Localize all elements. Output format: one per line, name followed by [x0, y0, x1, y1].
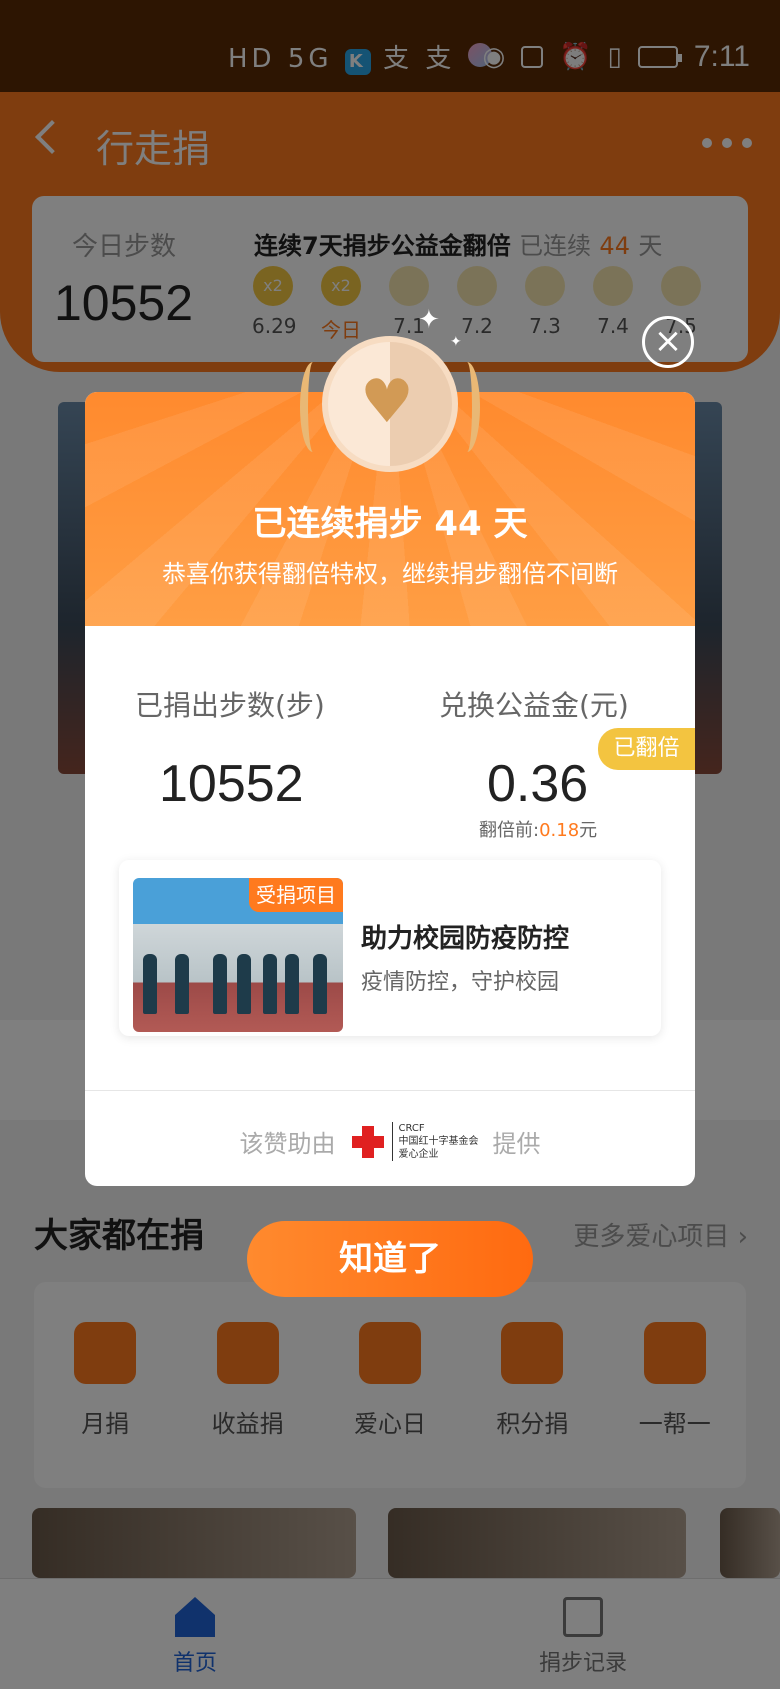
donated-steps-value: 10552 — [159, 755, 304, 813]
medal-icon: ♥ — [300, 332, 480, 482]
ok-button[interactable]: 知道了 — [247, 1221, 533, 1297]
project-image: 受捐项目 — [133, 878, 343, 1032]
doubled-badge: 已翻倍 — [598, 728, 695, 770]
child-figure — [237, 954, 251, 1014]
sparkle-icon: ✦ — [418, 305, 440, 335]
sponsor-suffix: 提供 — [492, 1130, 541, 1158]
child-figure — [143, 954, 157, 1014]
child-figure — [263, 954, 277, 1014]
before-double-text: 翻倍前:0.18元 — [479, 816, 597, 842]
crcf-logo: CRCF 中国红十字基金会 爱心企业 — [350, 1122, 479, 1161]
heart-icon: ♥ — [360, 367, 414, 437]
child-figure — [175, 954, 189, 1014]
child-figure — [285, 954, 299, 1014]
before-label: 翻倍前: — [479, 820, 540, 841]
divider — [85, 1090, 695, 1091]
before-value: 0.18 — [539, 820, 580, 841]
close-icon[interactable]: × — [642, 316, 694, 368]
crcf-sub: 爱心企业 — [398, 1149, 439, 1160]
donated-steps-label: 已捐出步数(步) — [135, 689, 325, 722]
before-unit: 元 — [579, 820, 598, 841]
project-tag: 受捐项目 — [249, 878, 343, 912]
project-card[interactable]: 受捐项目 助力校园防疫防控 疫情防控，守护校园 — [119, 860, 661, 1036]
crcf-logo-text: CRCF 中国红十字基金会 爱心企业 — [391, 1122, 479, 1161]
child-figure — [213, 954, 227, 1014]
exchange-label: 兑换公益金(元) — [439, 689, 629, 722]
sponsor-line: 该赞助由 CRCF 中国红十字基金会 爱心企业 提供 — [85, 1122, 695, 1161]
modal-subheading: 恭喜你获得翻倍特权，继续捐步翻倍不间断 — [162, 560, 618, 588]
crcf-name: 中国红十字基金会 — [398, 1136, 479, 1147]
streak-modal: 已连续捐步 44 天 恭喜你获得翻倍特权，继续捐步翻倍不间断 已捐出步数(步) … — [85, 392, 695, 1186]
project-desc: 疫情防控，守护校园 — [361, 970, 560, 995]
crcf-letters: CRCF — [398, 1123, 425, 1134]
child-figure — [313, 954, 327, 1014]
project-name: 助力校园防疫防控 — [361, 924, 570, 954]
red-cross-icon — [350, 1124, 386, 1160]
sponsor-prefix: 该赞助由 — [239, 1130, 336, 1158]
modal-heading: 已连续捐步 44 天 — [252, 504, 528, 544]
exchange-value: 0.36 — [487, 755, 589, 813]
